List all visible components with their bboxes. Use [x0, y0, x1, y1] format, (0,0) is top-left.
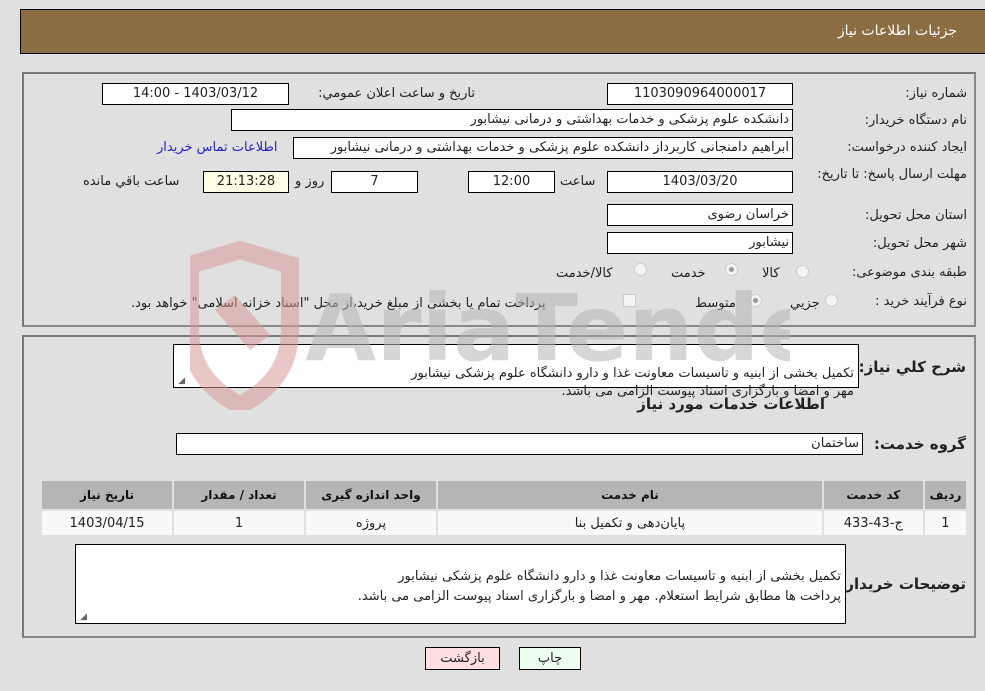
category-option-service: خدمت — [671, 266, 706, 281]
time-remaining-label: ساعت باقي مانده — [83, 174, 180, 189]
category-option-goods-service: کالا/خدمت — [556, 266, 613, 281]
service-group-field: ساختمان — [176, 433, 863, 455]
announce-datetime-field: 1403/03/12 - 14:00 — [102, 83, 289, 105]
purchase-radio-medium[interactable] — [749, 294, 762, 307]
days-remaining-field: 7 — [331, 171, 418, 193]
deadline-time-field: 12:00 — [468, 171, 555, 193]
time-remaining-field: 21:13:28 — [203, 171, 289, 193]
col-header-unit: واحد اندازه گیری — [306, 481, 437, 509]
buyer-notes-textarea[interactable]: تکمیل بخشی از ابنیه و تاسیسات معاونت غذا… — [75, 544, 846, 624]
cell-unit: پروژه — [306, 511, 437, 535]
cell-service-name: پایان‌دهی و تکمیل بنا — [438, 511, 822, 535]
days-label: روز و — [295, 174, 325, 189]
category-option-goods: کالا — [762, 266, 780, 281]
province-field: خراسان رضوی — [607, 204, 793, 226]
service-group-label: گروه خدمت: — [873, 435, 966, 453]
cell-quantity: 1 — [174, 511, 305, 535]
treasury-note: پرداخت تمام یا بخشی از مبلغ خرید،از محل … — [131, 296, 546, 311]
col-header-quantity: تعداد / مقدار — [174, 481, 305, 509]
city-field: نیشابور — [607, 232, 793, 254]
col-header-service-code: کد خدمت — [823, 481, 923, 509]
category-radio-goods[interactable] — [796, 265, 809, 278]
services-section-title: اطلاعات خدمات مورد نیاز — [637, 395, 825, 413]
print-button[interactable]: چاپ — [519, 647, 581, 670]
page-header: جزئیات اطلاعات نیاز — [20, 9, 985, 54]
deadline-date-field: 1403/03/20 — [607, 171, 793, 193]
category-radio-goods-service[interactable] — [634, 263, 647, 276]
services-table: ردیف کد خدمت نام خدمت واحد اندازه گیری ت… — [40, 479, 968, 537]
purchase-radio-minor[interactable] — [825, 294, 838, 307]
treasury-checkbox[interactable] — [623, 294, 636, 307]
buyer-contact-link[interactable]: اطلاعات تماس خریدار — [157, 140, 277, 155]
need-number-field: 1103090964000017 — [607, 83, 793, 105]
cell-service-code: ج-43-433 — [823, 511, 923, 535]
col-header-service-name: نام خدمت — [438, 481, 822, 509]
province-label: استان محل تحویل: — [865, 208, 967, 223]
buyer-notes-text: تکمیل بخشی از ابنیه و تاسیسات معاونت غذا… — [357, 569, 841, 604]
purchase-type-label: نوع فرآیند خرید : — [875, 294, 967, 309]
need-number-label: شماره نیاز: — [905, 86, 967, 101]
cell-row-number: 1 — [924, 511, 966, 535]
summary-label: شرح کلي نیاز: — [858, 358, 966, 376]
deadline-time-label: ساعت — [560, 174, 596, 189]
col-header-row-number: ردیف — [924, 481, 966, 509]
announce-datetime-label: تاریخ و ساعت اعلان عمومي: — [318, 86, 475, 101]
buyer-org-label: نام دستگاه خریدار: — [864, 113, 967, 128]
col-header-need-date: تاریخ نیاز — [42, 481, 173, 509]
category-label: طبقه بندی موضوعی: — [851, 265, 967, 280]
back-button[interactable]: بازگشت — [425, 647, 500, 670]
resize-handle-icon[interactable]: ◢ — [176, 377, 185, 386]
cell-need-date: 1403/04/15 — [42, 511, 173, 535]
category-radio-service[interactable] — [725, 263, 738, 276]
purchase-option-minor: جزيي — [790, 296, 820, 311]
city-label: شهر محل تحویل: — [872, 236, 967, 251]
page-title: جزئیات اطلاعات نیاز — [837, 23, 957, 39]
buyer-org-field: دانشکده علوم پزشکی و خدمات بهداشتی و درم… — [231, 109, 793, 131]
buyer-notes-label: توضیحات خریدار: — [839, 575, 966, 593]
table-header-row: ردیف کد خدمت نام خدمت واحد اندازه گیری ت… — [42, 481, 966, 509]
creator-label: ایجاد کننده درخواست: — [847, 140, 967, 155]
deadline-label: مهلت ارسال پاسخ: تا تاریخ: — [817, 167, 967, 182]
summary-textarea[interactable]: تکمیل بخشی از ابنیه و تاسیسات معاونت غذا… — [173, 344, 859, 399]
table-row: 1 ج-43-433 پایان‌دهی و تکمیل بنا پروژه 1… — [42, 511, 966, 535]
purchase-option-medium: متوسط — [695, 296, 736, 311]
creator-field: ابراهیم دامنجانی کاربرداز دانشکده علوم پ… — [293, 137, 793, 159]
resize-handle-icon[interactable]: ◢ — [78, 613, 87, 622]
